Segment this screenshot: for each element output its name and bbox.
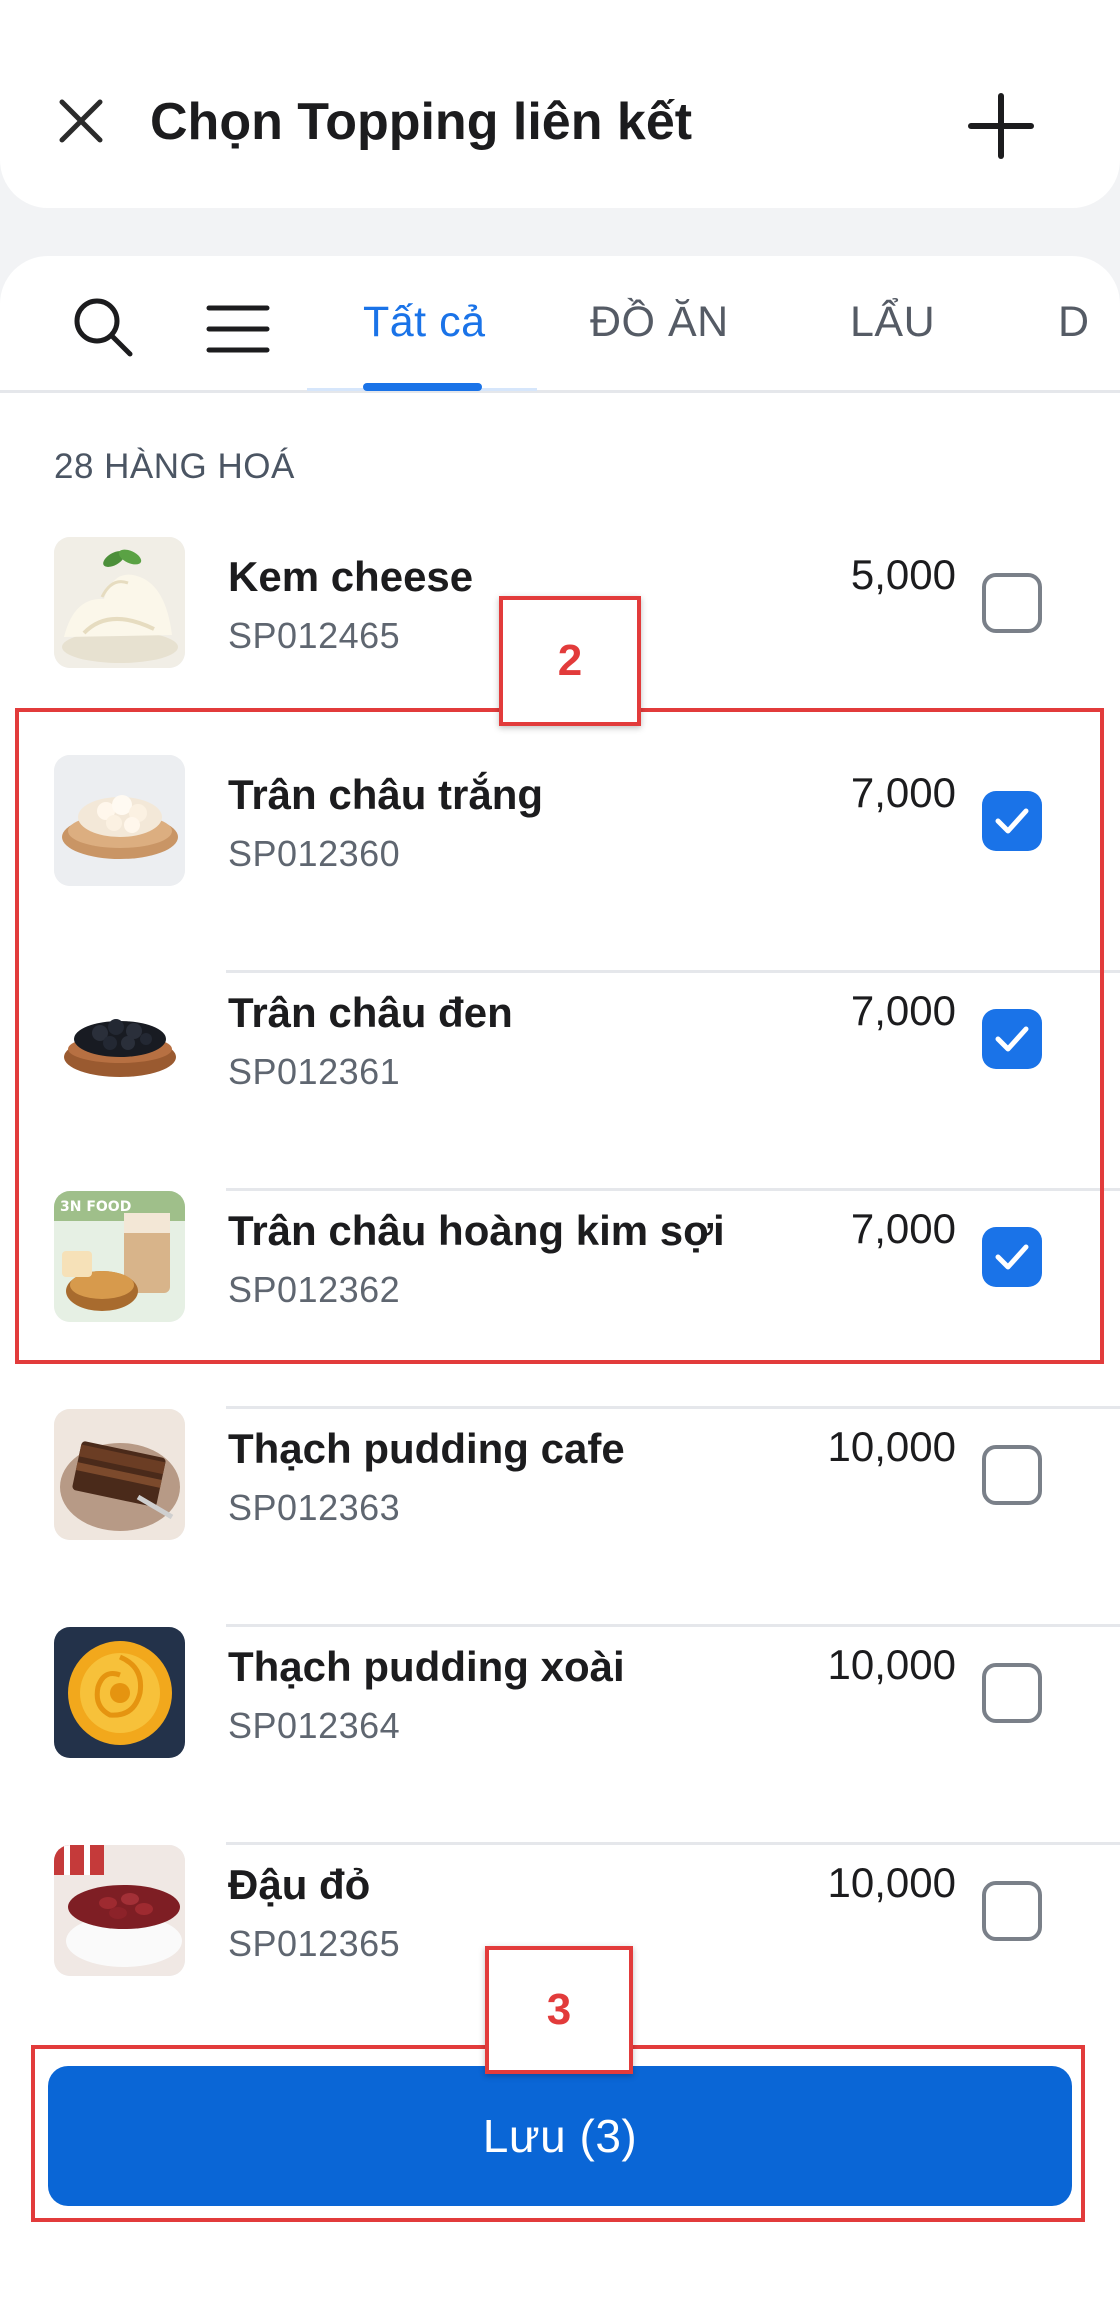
header: Chọn Topping liên kết — [0, 0, 1120, 208]
select-checkbox[interactable] — [982, 1881, 1042, 1941]
product-name: Đậu đỏ — [228, 1861, 371, 1908]
selected-items-highlight — [15, 708, 1104, 1364]
item-count: 28 HÀNG HOÁ — [54, 447, 295, 486]
page-title: Chọn Topping liên kết — [150, 93, 693, 151]
product-name: Kem cheese — [228, 553, 474, 600]
product-price: 5,000 — [850, 551, 956, 598]
tab-more[interactable]: D — [1058, 298, 1120, 347]
product-name: Thạch pudding cafe — [228, 1425, 625, 1472]
product-image — [54, 1845, 185, 1976]
add-icon[interactable] — [965, 90, 1037, 162]
tab-food[interactable]: ĐỒ ĂN — [590, 298, 729, 347]
select-checkbox[interactable] — [982, 1445, 1042, 1505]
product-image — [54, 1409, 185, 1540]
active-tab-indicator — [363, 383, 482, 391]
tab-all[interactable]: Tất cả — [363, 298, 486, 347]
annotation-label-2: 2 — [499, 596, 641, 726]
product-code: SP012363 — [228, 1487, 401, 1528]
search-icon[interactable] — [70, 294, 136, 360]
product-code: SP012365 — [228, 1923, 401, 1964]
product-price: 10,000 — [827, 1859, 956, 1906]
menu-icon[interactable] — [205, 296, 271, 362]
product-code: SP012465 — [228, 615, 401, 656]
select-checkbox[interactable] — [982, 573, 1042, 633]
product-price: 10,000 — [827, 1641, 956, 1688]
close-icon[interactable] — [50, 90, 112, 152]
product-price: 10,000 — [827, 1423, 956, 1470]
annotation-label-3: 3 — [485, 1946, 633, 2074]
product-image — [54, 1627, 185, 1758]
list-item[interactable]: Thạch pudding xoài SP012364 10,000 — [0, 1627, 1120, 1845]
select-checkbox[interactable] — [982, 1663, 1042, 1723]
topping-selection-screen: Chọn Topping liên kết Tất cả ĐỒ ĂN LẨU D… — [0, 0, 1120, 2303]
product-image — [54, 537, 185, 668]
product-name: Thạch pudding xoài — [228, 1643, 625, 1690]
tab-hotpot[interactable]: LẨU — [850, 298, 935, 347]
category-toolbar: Tất cả ĐỒ ĂN LẨU D — [0, 256, 1120, 393]
product-code: SP012364 — [228, 1705, 401, 1746]
list-item[interactable]: Thạch pudding cafe SP012363 10,000 — [0, 1409, 1120, 1627]
